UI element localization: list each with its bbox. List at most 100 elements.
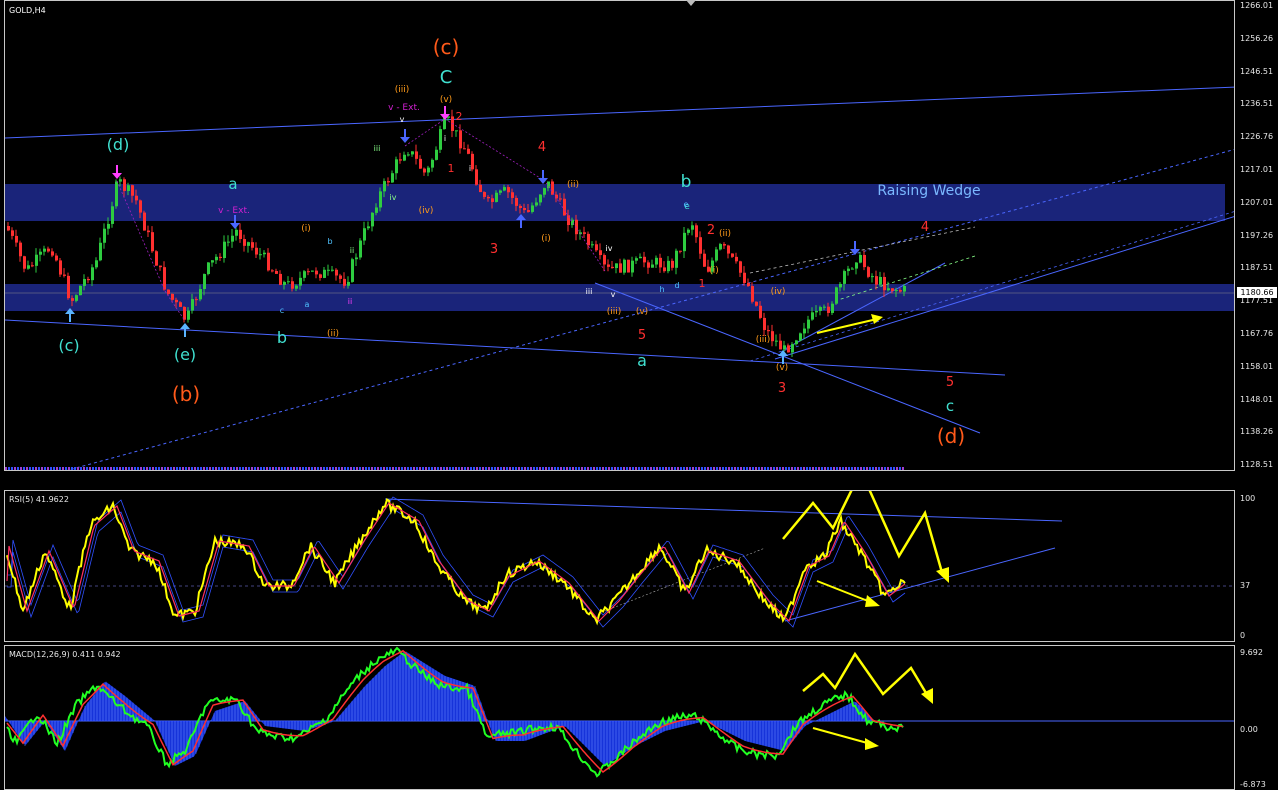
candle-body — [279, 273, 282, 285]
candle-body — [499, 190, 502, 193]
candle-body — [887, 288, 890, 291]
volume-strip-bar — [371, 467, 373, 470]
volume-strip-bar — [851, 467, 853, 470]
volume-strip-bar — [395, 467, 397, 470]
price-tick: 1246.51 — [1240, 66, 1274, 76]
volume-strip-bar — [548, 467, 550, 470]
volume-strip-bar — [824, 467, 826, 470]
volume-strip-bar — [854, 467, 856, 470]
wave-label: (ii) — [719, 229, 731, 239]
volume-strip-bar — [242, 467, 244, 470]
candle-body — [739, 261, 742, 273]
arrow-up-icon — [778, 350, 788, 356]
volume-strip-bar — [470, 467, 472, 470]
candle-body — [611, 266, 614, 269]
candle-body — [363, 228, 366, 241]
candle-body — [647, 262, 650, 268]
volume-strip-bar — [467, 467, 469, 470]
candle-body — [163, 267, 166, 290]
wave-label: 3 — [778, 381, 786, 396]
volume-strip-bar — [710, 467, 712, 470]
candle-body — [31, 265, 34, 267]
candle-body — [387, 181, 390, 183]
candle-body — [695, 225, 698, 238]
candle-body — [783, 345, 786, 350]
candle-body — [183, 306, 186, 320]
volume-strip-bar — [5, 467, 7, 470]
candle-body — [799, 333, 802, 341]
volume-strip-bar — [167, 467, 169, 470]
volume-strip-bar — [770, 467, 772, 470]
scroll-marker-icon[interactable] — [686, 0, 696, 6]
candle-body — [823, 306, 826, 308]
minor-wave-label: e — [684, 200, 689, 209]
volume-strip-bar — [500, 467, 502, 470]
wave-label: (iv) — [771, 287, 786, 297]
volume-strip-bar — [662, 467, 664, 470]
macd-chart[interactable] — [5, 646, 1235, 790]
volume-strip-bar — [266, 467, 268, 470]
candle-body — [291, 281, 294, 289]
volume-strip-bar — [713, 467, 715, 470]
volume-strip-bar — [305, 467, 307, 470]
candle-body — [255, 247, 258, 255]
volume-strip-bar — [137, 467, 139, 470]
candle-body — [863, 254, 866, 268]
candle-body — [407, 154, 410, 156]
main-chart-pane[interactable]: (c) C (d) a v - Ext. (iii) v - Ext. (v) 2 1 4 3 b (ii… — [4, 0, 1235, 471]
candle-body — [27, 265, 30, 269]
candle-body — [359, 240, 362, 258]
candle-body — [199, 289, 202, 300]
volume-strip-bar — [680, 467, 682, 470]
price-chart[interactable]: (c) C (d) a v - Ext. (iii) v - Ext. (v) 2 1 4 3 b (ii… — [5, 1, 1235, 471]
macd-pane[interactable]: MACD(12,26,9) 0.411 0.942 — [4, 645, 1235, 790]
candle-body — [771, 331, 774, 342]
volume-strip-bar — [440, 467, 442, 470]
wave-label: 2 — [456, 110, 463, 123]
volume-strip-bar — [845, 467, 847, 470]
volume-strip-bar — [776, 467, 778, 470]
volume-strip-bar — [521, 467, 523, 470]
candle-body — [115, 181, 118, 207]
volume-strip-bar — [608, 467, 610, 470]
wave-label: (e) — [174, 345, 196, 364]
candle-body — [339, 275, 342, 279]
volume-strip-bar — [782, 467, 784, 470]
candle-body — [471, 153, 474, 170]
volume-strip-bar — [638, 467, 640, 470]
volume-strip-bar — [734, 467, 736, 470]
candle-body — [207, 262, 210, 275]
rsi-pane[interactable]: RSI(5) 41.9622 — [4, 490, 1235, 642]
volume-strip-bar — [389, 467, 391, 470]
volume-strip-bar — [716, 467, 718, 470]
macd-annotation-arrowhead-icon — [865, 738, 879, 750]
rsi-chart[interactable] — [5, 491, 1235, 642]
candle-body — [675, 250, 678, 268]
volume-strip-bar — [773, 467, 775, 470]
candle-body — [699, 237, 702, 254]
candle-body — [859, 254, 862, 263]
volume-strip-bar — [272, 467, 274, 470]
volume-strip-bar — [110, 467, 112, 470]
volume-strip-bar — [614, 467, 616, 470]
candle-body — [87, 278, 90, 281]
candle-body — [243, 239, 246, 246]
price-tick: 1266.01 — [1240, 1, 1274, 10]
candle-body — [683, 232, 686, 252]
volume-strip-bar — [869, 467, 871, 470]
volume-strip-bar — [401, 467, 403, 470]
candle-body — [551, 181, 554, 195]
volume-strip-bar — [503, 467, 505, 470]
volume-strip-bar — [623, 467, 625, 470]
volume-strip-bar — [659, 467, 661, 470]
wave-label: (ii) — [327, 329, 339, 339]
candle-body — [663, 267, 666, 272]
candle-body — [103, 228, 106, 243]
rsi-axis-37: 37 — [1240, 581, 1251, 590]
volume-strip-bar — [542, 467, 544, 470]
candle-body — [59, 260, 62, 275]
candle-body — [107, 223, 110, 229]
wave-label: (ii) — [567, 180, 579, 190]
volume-strip-bar — [203, 467, 205, 470]
candle-body — [431, 159, 434, 168]
